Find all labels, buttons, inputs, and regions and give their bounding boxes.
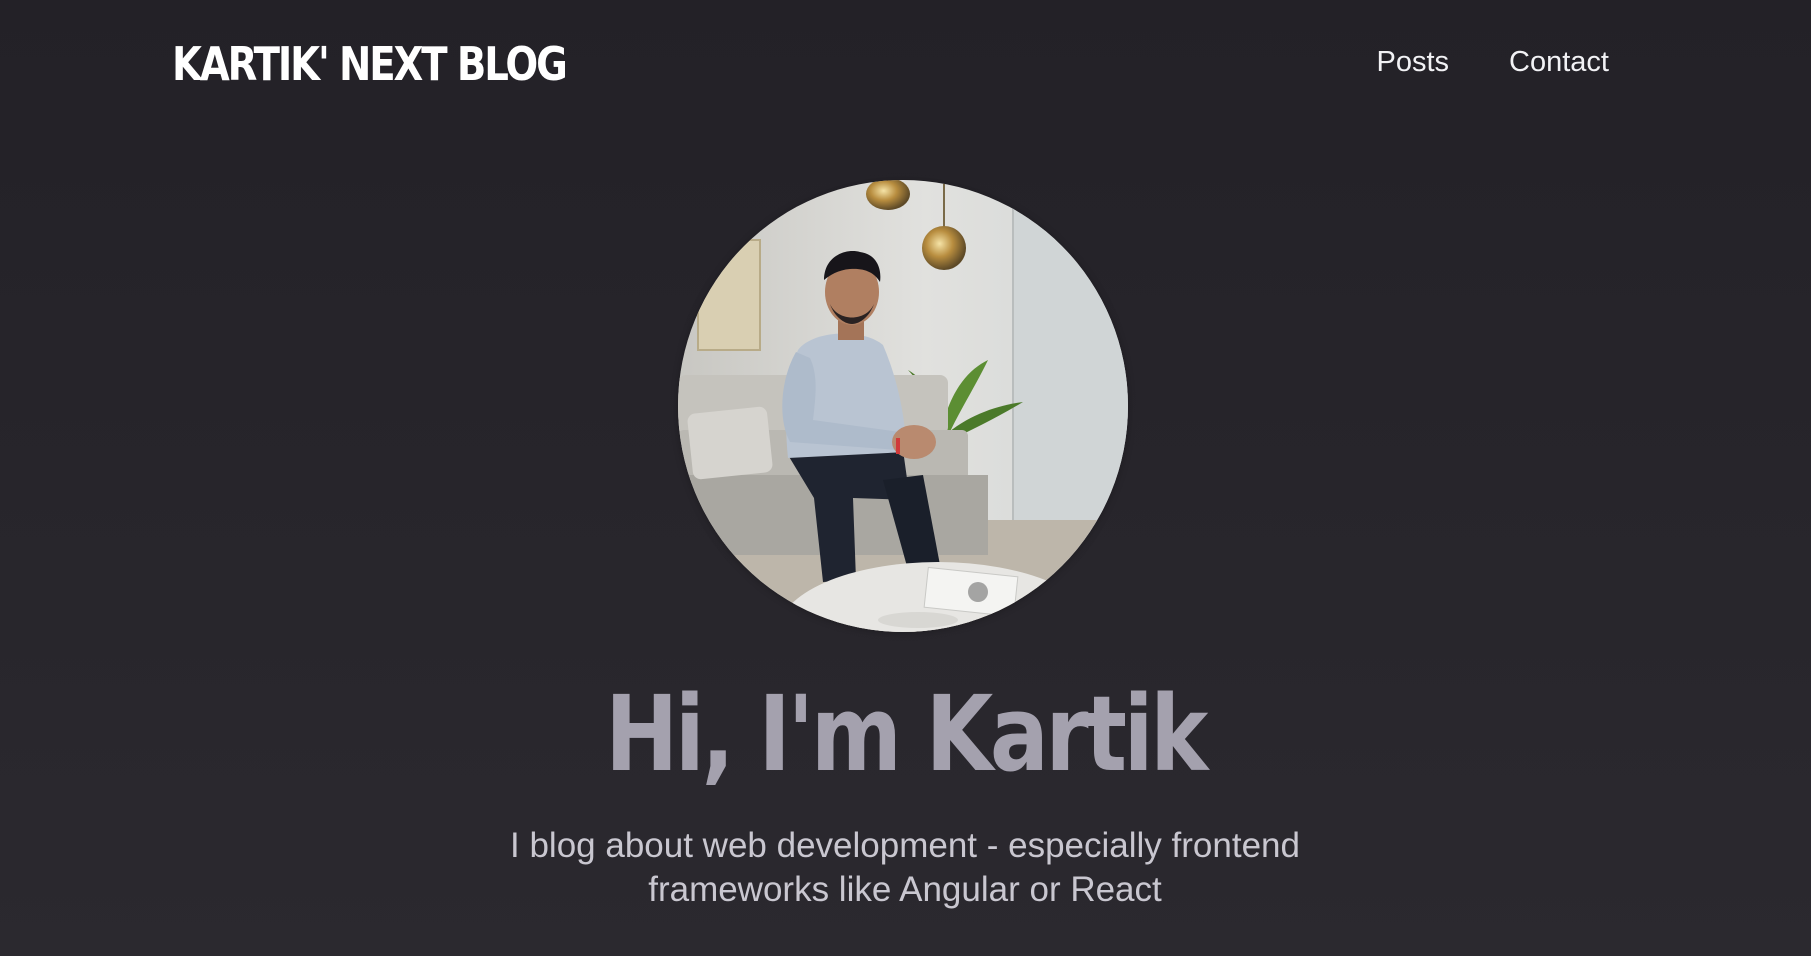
profile-photo-image [678,180,1128,632]
profile-avatar [678,180,1128,632]
hero-subtitle: I blog about web development - especiall… [510,826,1300,909]
nav-link-contact[interactable]: Contact [1509,44,1609,80]
hero-title-text: Hi, I'm Kartik [605,673,1209,795]
hero-title: Hi, I'm Kartik [0,674,1811,794]
site-logo-link[interactable]: KARTIK' NEXT BLOG [172,34,568,94]
site-header: KARTIK' NEXT BLOG Posts Contact [0,0,1811,130]
nav-link-posts[interactable]: Posts [1377,44,1450,80]
main-nav: Posts Contact [1377,44,1609,80]
